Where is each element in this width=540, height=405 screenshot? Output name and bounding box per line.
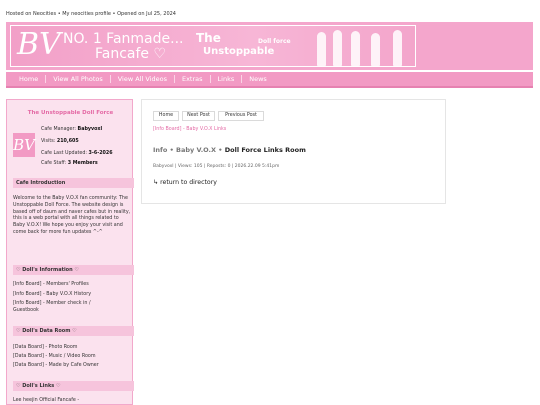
info-link-history[interactable]: [Info Board] - Baby V.O.X History bbox=[13, 292, 91, 297]
member-silhouette bbox=[351, 31, 360, 66]
nav-news[interactable]: News bbox=[242, 75, 274, 83]
next-post-button[interactable]: Next Post bbox=[182, 111, 215, 121]
member-silhouette bbox=[317, 32, 326, 66]
nav-view-all-videos[interactable]: View All Videos bbox=[111, 75, 175, 83]
post-title-prefix: Info • Baby V.O.X • bbox=[153, 146, 223, 154]
member-silhouette bbox=[393, 30, 402, 66]
intro-text: Welcome to the Baby V.O.X fan community:… bbox=[13, 196, 131, 235]
staff-value: 3 Members bbox=[67, 161, 98, 166]
data-heading: ♡ Doll's Data Room ♡ bbox=[13, 326, 134, 336]
nav-view-all-photos[interactable]: View All Photos bbox=[46, 75, 111, 83]
post-title: Info • Baby V.O.X • Doll Force Links Roo… bbox=[153, 146, 306, 154]
intro-heading: Cafe Introduction bbox=[13, 178, 134, 188]
banner-logo: BV bbox=[17, 27, 61, 62]
info-link-profiles[interactable]: [Info Board] - Members' Profiles bbox=[13, 282, 89, 287]
separator: • bbox=[112, 11, 116, 17]
banner-badge: Doll force bbox=[258, 38, 291, 45]
hosted-link[interactable]: Hosted on Neocities bbox=[6, 11, 56, 17]
info-link-check-in[interactable]: [Info Board] - Member check in / bbox=[13, 301, 91, 306]
hosting-bar: Hosted on Neocities • My neocities profi… bbox=[6, 11, 176, 17]
links-heading: ♡ Doll's Links ♡ bbox=[13, 381, 134, 391]
staff-label: Cafe Staff: bbox=[41, 161, 67, 166]
banner-frame: BV NO. 1 Fanmade... Fancafe ♡ The Unstop… bbox=[10, 25, 416, 67]
links-link-heejin[interactable]: Lee heejin Official Fancafe - bbox=[13, 398, 79, 403]
visits-value: 210,605 bbox=[56, 139, 79, 144]
nav-home[interactable]: Home bbox=[12, 75, 47, 83]
updated-value: 3-6-2026 bbox=[88, 151, 113, 156]
previous-post-button[interactable]: Previous Post bbox=[218, 111, 264, 121]
info-heading: ♡ Doll's Information ♡ bbox=[13, 265, 134, 275]
cafe-visits: Visits: 210,605 bbox=[41, 139, 79, 144]
home-button[interactable]: Home bbox=[153, 111, 179, 121]
post-panel: Home Next Post Previous Post [Info Board… bbox=[141, 99, 446, 204]
member-silhouette bbox=[371, 33, 380, 66]
visits-label: Visits: bbox=[41, 139, 56, 144]
info-link-guestbook[interactable]: Guestbook bbox=[13, 308, 39, 313]
manager-label: Cafe Manager: bbox=[41, 127, 77, 132]
member-silhouette bbox=[333, 30, 342, 66]
nav-extras[interactable]: Extras bbox=[175, 75, 211, 83]
cafe-staff: Cafe Staff: 3 Members bbox=[41, 161, 98, 166]
sidebar-title: The Unstoppable Doll Force bbox=[27, 110, 114, 116]
opened-date: Opened on Jul 25, 2024 bbox=[117, 11, 176, 17]
site-banner: BV NO. 1 Fanmade... Fancafe ♡ The Unstop… bbox=[6, 22, 533, 70]
banner-title-2: Unstoppable bbox=[203, 46, 275, 57]
banner-tagline-1: NO. 1 Fanmade... bbox=[63, 31, 184, 47]
data-link-owner[interactable]: [Data Board] - Made by Cafe Owner bbox=[13, 363, 99, 368]
cafe-manager: Cafe Manager: Babyvoxl bbox=[41, 127, 102, 132]
banner-title-1: The bbox=[196, 31, 221, 45]
manager-value: Babyvoxl bbox=[77, 127, 103, 132]
separator: • bbox=[57, 11, 61, 17]
nav-links[interactable]: Links bbox=[211, 75, 243, 83]
banner-tagline-2: Fancafe ♡ bbox=[95, 46, 167, 62]
member-silhouettes bbox=[311, 28, 415, 66]
return-to-directory-link[interactable]: ↳ return to directory bbox=[153, 179, 217, 186]
profile-link[interactable]: My neocities profile bbox=[62, 11, 111, 17]
post-breadcrumb[interactable]: [Info Board] - Baby V.O.X Links bbox=[153, 127, 226, 132]
cafe-logo: BV bbox=[13, 133, 35, 157]
data-link-music[interactable]: [Data Board] - Music / Video Room bbox=[13, 354, 96, 359]
nav-underline bbox=[6, 86, 533, 88]
post-title-main: Doll Force Links Room bbox=[224, 146, 306, 154]
updated-label: Cafe Last Updated: bbox=[41, 151, 88, 156]
sidebar: The Unstoppable Doll Force BV Cafe Manag… bbox=[6, 99, 134, 405]
data-link-photo[interactable]: [Data Board] - Photo Room bbox=[13, 345, 77, 350]
main-nav: Home View All Photos View All Videos Ext… bbox=[6, 72, 533, 86]
cafe-updated: Cafe Last Updated: 3-6-2026 bbox=[41, 151, 113, 156]
post-meta: Babyvoxl | Views: 105 | Reposts: 0 | 202… bbox=[153, 164, 280, 169]
